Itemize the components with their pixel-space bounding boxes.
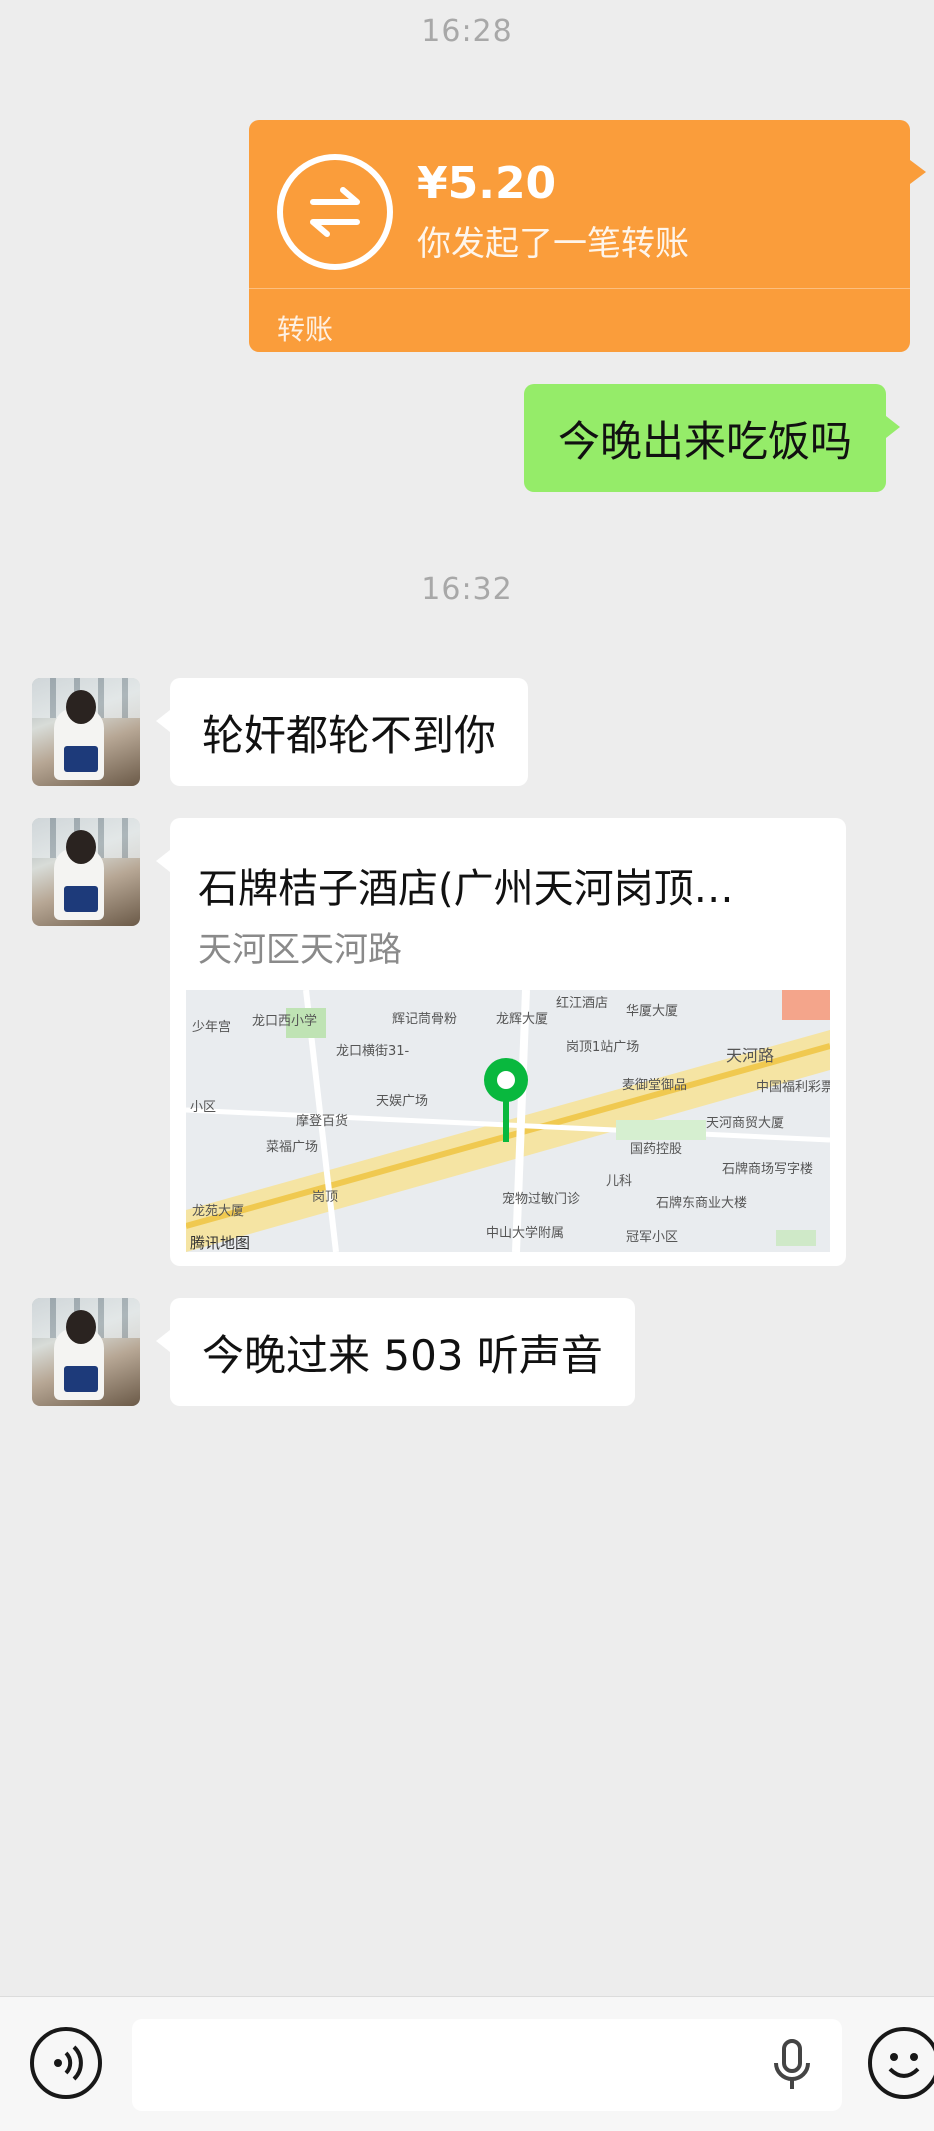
map-label: 宠物过敏门诊	[502, 1192, 581, 1207]
map-label: 龙辉大厦	[496, 1012, 549, 1027]
transfer-label: 转账	[277, 313, 334, 346]
message-text: 轮奸都轮不到你	[202, 710, 497, 760]
location-card[interactable]: 石牌桔子酒店(广州天河岗顶… 天河区天河路 红江酒店 华厦大厦 龙口西小学 辉记…	[156, 818, 846, 1266]
map-label: 红江酒店	[556, 996, 609, 1011]
map-label: 龙口横街31-	[336, 1044, 410, 1059]
map-label: 冠军小区	[626, 1230, 679, 1245]
map-label: 龙苑大厦	[192, 1204, 245, 1219]
input-bar	[0, 1996, 934, 2131]
transfer-description: 你发起了一笔转账	[417, 224, 689, 264]
map-label: 麦御堂御品	[622, 1078, 688, 1093]
contact-avatar[interactable]	[32, 818, 140, 926]
message-input[interactable]	[132, 2019, 842, 2111]
location-name: 石牌桔子酒店(广州天河岗顶…	[198, 866, 734, 912]
map-label: 国药控股	[630, 1142, 683, 1157]
transfer-card[interactable]: ¥5.20 你发起了一笔转账 转账	[249, 120, 926, 352]
received-message[interactable]: 今晚过来 503 听声音	[156, 1298, 635, 1406]
map-provider-logo: 腾讯地图	[190, 1234, 251, 1252]
message-text: 今晚出来吃饭吗	[558, 416, 853, 466]
map-label: 摩登百货	[296, 1114, 349, 1129]
location-address: 天河区天河路	[198, 930, 402, 970]
voice-mode-icon[interactable]	[30, 2027, 102, 2099]
map-label: 中国福利彩票	[756, 1080, 830, 1095]
contact-avatar[interactable]	[32, 1298, 140, 1406]
map-label: 岗顶	[312, 1190, 339, 1205]
map-label: 石牌商场写字楼	[722, 1162, 814, 1177]
map-label: 石牌东商业大楼	[656, 1196, 748, 1211]
map-label: 岗顶1站广场	[566, 1040, 640, 1055]
transfer-amount: ¥5.20	[417, 158, 557, 209]
received-message[interactable]: 轮奸都轮不到你	[155, 678, 529, 786]
contact-avatar[interactable]	[32, 678, 140, 786]
map-label: 中山大学附属	[486, 1226, 565, 1241]
map-label: 少年宫	[192, 1020, 232, 1035]
timestamp: 16:32	[421, 572, 513, 607]
map-label: 天河商贸大厦	[706, 1116, 785, 1131]
microphone-icon[interactable]	[770, 2039, 814, 2095]
sent-message[interactable]: 今晚出来吃饭吗	[524, 384, 901, 492]
timestamp: 16:28	[421, 14, 513, 49]
transfer-divider	[249, 288, 910, 289]
map-label: 儿科	[606, 1174, 633, 1189]
message-text: 今晚过来 503 听声音	[202, 1330, 603, 1380]
transfer-icon	[277, 154, 393, 270]
map-label: 天娱广场	[376, 1094, 429, 1109]
map-label: 龙口西小学	[252, 1014, 318, 1029]
emoji-icon[interactable]	[868, 2027, 934, 2099]
map-label: 天河路	[726, 1046, 775, 1065]
map-label: 菜福广场	[266, 1140, 319, 1155]
location-map[interactable]: 红江酒店 华厦大厦 龙口西小学 辉记茼骨粉 龙辉大厦 龙口横街31- 岗顶1站广…	[186, 990, 830, 1252]
map-label: 辉记茼骨粉	[392, 1012, 458, 1027]
map-label: 华厦大厦	[626, 1004, 679, 1019]
map-label: 小区	[190, 1100, 217, 1115]
